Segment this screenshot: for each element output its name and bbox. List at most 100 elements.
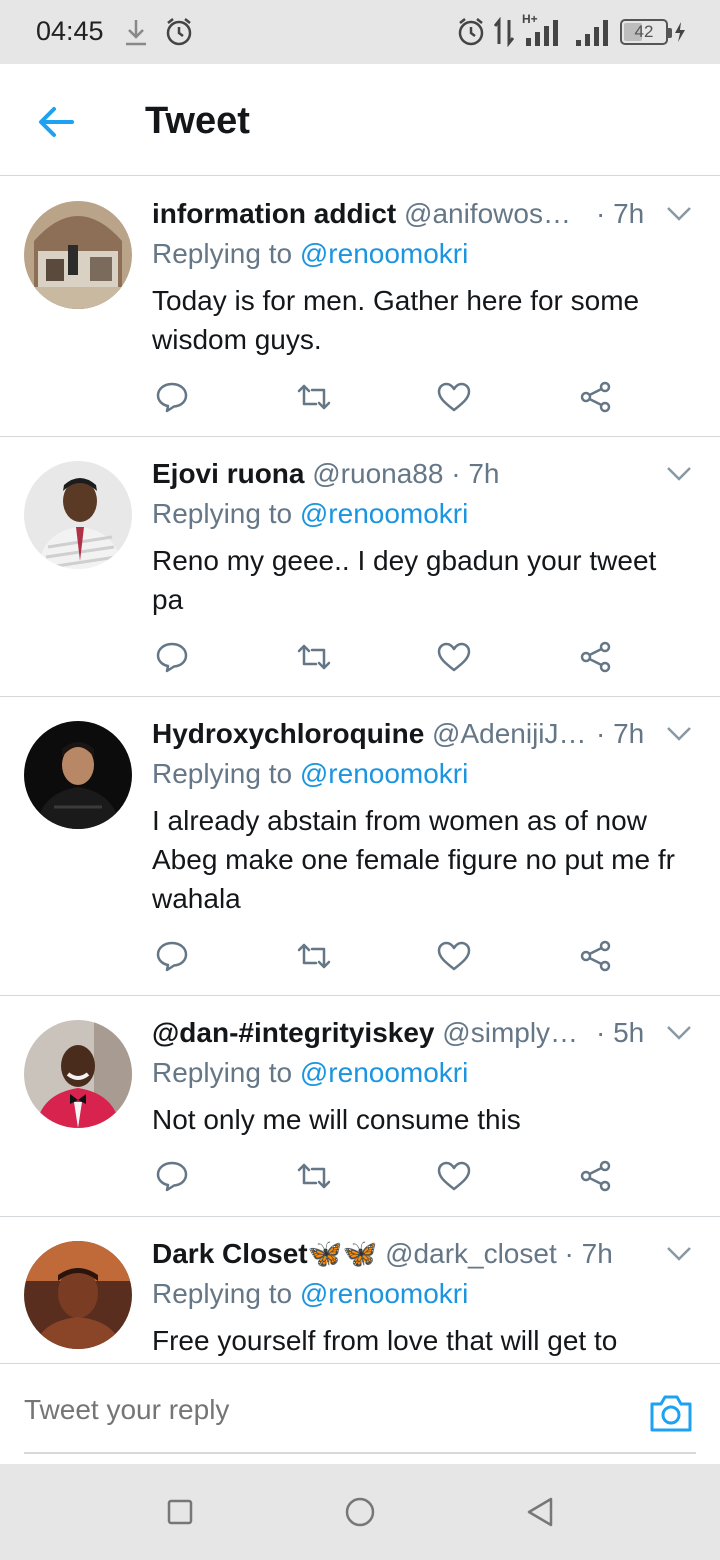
like-button[interactable] [436,639,472,675]
user-handle[interactable]: @simply… [442,1017,578,1048]
heart-icon [437,382,471,412]
tweet-time: · 7h [596,198,645,229]
tweet-header: Dark Closet🦋🦋 @dark_closet · 7h [152,1237,652,1271]
replying-label: Replying to [152,758,300,789]
chevron-down-icon[interactable] [666,1245,692,1263]
mention-link[interactable]: @renoomokri [300,238,468,269]
back-nav-button[interactable] [522,1494,558,1530]
chevron-down-icon[interactable] [666,725,692,743]
reply-feed[interactable]: information addict @anifowos… · 7h Reply… [0,177,720,1363]
replying-to: Replying to @renoomokri [152,1277,468,1311]
share-icon [580,381,611,413]
replying-to: Replying to @renoomokri [152,757,468,791]
tweet-header: Hydroxychloroquine @AdenijiJ… [152,717,652,751]
charging-icon [675,22,685,42]
circle-icon [345,1497,375,1527]
signal-icon: H+ [522,12,568,48]
tweet[interactable]: Ejovi ruona @ruona88 · 7h Replying to @r… [0,437,720,697]
data-transfer-icon [493,17,515,47]
user-name[interactable]: Hydroxychloroquine [152,718,424,749]
tweet[interactable]: @dan-#integrityiskey @simply… · 5h Reply… [0,996,720,1217]
like-button[interactable] [436,1158,472,1194]
user-handle[interactable]: @dark_closet · 7h [385,1238,613,1269]
mention-link[interactable]: @renoomokri [300,758,468,789]
tweet-header: information addict @anifowos… [152,197,652,231]
retweet-icon [297,1163,331,1189]
chevron-down-icon[interactable] [666,1024,692,1042]
reply-button[interactable] [154,639,190,675]
replying-label: Replying to [152,1057,300,1088]
system-nav-bar [0,1464,720,1560]
tweet-header: @dan-#integrityiskey @simply… [152,1016,652,1050]
tweet-actions [152,938,632,978]
recents-button[interactable] [162,1494,198,1530]
input-underline [24,1452,696,1454]
avatar[interactable] [24,721,132,829]
retweet-button[interactable] [296,938,332,974]
avatar[interactable] [24,201,132,309]
reply-composer [0,1363,720,1464]
mention-link[interactable]: @renoomokri [300,1057,468,1088]
share-button[interactable] [578,379,614,415]
tweet-actions [152,639,632,679]
share-icon [580,1160,611,1192]
arrow-left-icon [39,107,74,137]
triangle-back-icon [527,1497,553,1527]
share-button[interactable] [578,1158,614,1194]
app-header: Tweet [0,64,720,176]
user-name[interactable]: Ejovi ruona [152,458,304,489]
battery-icon: 42 [620,19,672,45]
share-button[interactable] [578,639,614,675]
tweet-actions [152,1158,632,1198]
retweet-icon [297,943,331,969]
replying-to: Replying to @renoomokri [152,237,468,271]
retweet-button[interactable] [296,639,332,675]
user-handle[interactable]: @AdenijiJ… [432,718,586,749]
share-icon [580,641,611,673]
avatar[interactable] [24,1241,132,1349]
avatar[interactable] [24,1020,132,1128]
tweet[interactable]: information addict @anifowos… · 7h Reply… [0,177,720,437]
retweet-icon [297,384,331,410]
avatar[interactable] [24,461,132,569]
battery-level: 42 [634,22,654,41]
retweet-button[interactable] [296,379,332,415]
page-title: Tweet [145,100,250,142]
like-button[interactable] [436,379,472,415]
tweet-text: I already abstain from women as of now A… [152,805,675,914]
replying-label: Replying to [152,1278,300,1309]
user-name[interactable]: information addict [152,198,396,229]
tweet-header: Ejovi ruona @ruona88 · 7h [152,457,652,491]
heart-icon [437,941,471,971]
replying-to: Replying to @renoomokri [152,1056,468,1090]
reply-button[interactable] [154,938,190,974]
user-handle[interactable]: @anifowos… [404,198,571,229]
mention-link[interactable]: @renoomokri [300,1278,468,1309]
share-button[interactable] [578,938,614,974]
tweet[interactable]: Hydroxychloroquine @AdenijiJ… · 7h Reply… [0,697,720,996]
replying-label: Replying to [152,238,300,269]
tweet[interactable]: Dark Closet🦋🦋 @dark_closet · 7h Replying… [0,1217,720,1363]
tweet-actions [152,379,632,419]
like-button[interactable] [436,938,472,974]
reply-input[interactable] [24,1394,624,1426]
square-icon [167,1499,193,1525]
download-icon [124,16,152,48]
reply-button[interactable] [154,1158,190,1194]
signal-icon [576,20,608,46]
camera-button[interactable] [648,1392,694,1434]
share-icon [580,940,611,972]
replying-label: Replying to [152,498,300,529]
retweet-button[interactable] [296,1158,332,1194]
chevron-down-icon[interactable] [666,465,692,483]
home-button[interactable] [342,1494,378,1530]
tweet-text: Free yourself from love that will get to [152,1325,618,1356]
chevron-down-icon[interactable] [666,205,692,223]
user-name[interactable]: Dark Closet🦋🦋 [152,1238,377,1269]
user-handle[interactable]: @ruona88 · 7h [312,458,499,489]
user-name[interactable]: @dan-#integrityiskey [152,1017,435,1048]
mention-link[interactable]: @renoomokri [300,498,468,529]
back-button[interactable] [36,102,76,142]
reply-button[interactable] [154,379,190,415]
alarm-icon [458,18,484,46]
